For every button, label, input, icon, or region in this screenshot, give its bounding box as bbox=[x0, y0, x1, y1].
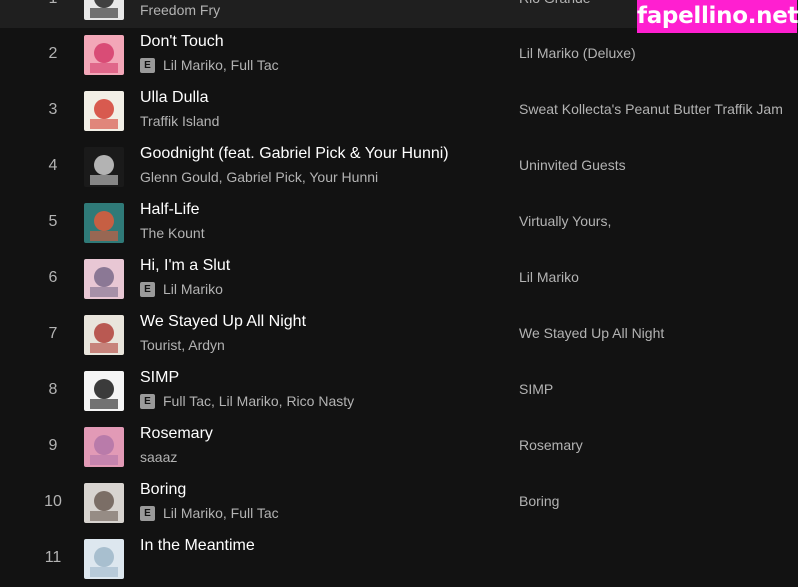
watermark: fapellino.net bbox=[637, 0, 798, 33]
track-title[interactable]: We Stayed Up All Night bbox=[140, 313, 306, 331]
track-title[interactable]: SIMP bbox=[140, 369, 179, 387]
track-row[interactable]: 2 Don't Touch E Lil Mariko, Full Tac Lil Mar… bbox=[0, 27, 798, 83]
track-subtitle: Freedom Fry bbox=[140, 2, 220, 18]
album-cover bbox=[84, 483, 124, 523]
track-album[interactable]: Rosemary bbox=[519, 437, 583, 453]
track-subtitle: E Full Tac, Lil Mariko, Rico Nasty bbox=[140, 393, 354, 409]
track-number: 5 bbox=[48, 213, 58, 230]
track-number: 3 bbox=[48, 101, 58, 118]
track-album[interactable]: Lil Mariko (Deluxe) bbox=[519, 45, 636, 61]
track-title[interactable]: Hi, I'm a Slut bbox=[140, 257, 230, 275]
track-row[interactable]: 9 Rosemary saaaz Rosemary bbox=[0, 419, 798, 475]
track-artists[interactable]: Lil Mariko, Full Tac bbox=[163, 505, 279, 521]
track-artists[interactable]: Tourist, Ardyn bbox=[140, 337, 225, 353]
track-row[interactable]: 5 Half-Life The Kount Virtually Yours, bbox=[0, 195, 798, 251]
track-row[interactable]: 10 Boring E Lil Mariko, Full Tac Boring bbox=[0, 475, 798, 531]
track-subtitle: Glenn Gould, Gabriel Pick, Your Hunni bbox=[140, 169, 378, 185]
track-subtitle: E Lil Mariko, Full Tac bbox=[140, 57, 279, 73]
track-album[interactable]: Rio Grande bbox=[519, 0, 591, 6]
track-number: 8 bbox=[48, 381, 58, 398]
explicit-badge: E bbox=[140, 281, 155, 297]
album-cover bbox=[84, 0, 124, 20]
track-artists[interactable]: saaaz bbox=[140, 449, 177, 465]
track-row[interactable]: 7 We Stayed Up All Night Tourist, Ardyn We … bbox=[0, 307, 798, 363]
track-subtitle: E Lil Mariko bbox=[140, 281, 223, 297]
track-artists[interactable]: Lil Mariko, Full Tac bbox=[163, 57, 279, 73]
explicit-badge: E bbox=[140, 57, 155, 73]
track-title[interactable]: Ulla Dulla bbox=[140, 89, 208, 107]
album-cover bbox=[84, 371, 124, 411]
track-row[interactable]: 6 Hi, I'm a Slut E Lil Mariko Lil Mariko bbox=[0, 251, 798, 307]
track-album[interactable]: SIMP bbox=[519, 381, 553, 397]
track-album[interactable]: Boring bbox=[519, 493, 559, 509]
track-title[interactable]: Don't Touch bbox=[140, 33, 224, 51]
album-cover bbox=[84, 427, 124, 467]
track-artists[interactable]: Freedom Fry bbox=[140, 2, 220, 18]
track-album[interactable]: Lil Mariko bbox=[519, 269, 579, 285]
track-subtitle: Traffik Island bbox=[140, 113, 219, 129]
track-artists[interactable]: Full Tac, Lil Mariko, Rico Nasty bbox=[163, 393, 354, 409]
album-cover bbox=[84, 539, 124, 579]
track-album[interactable]: Virtually Yours, bbox=[519, 213, 611, 229]
track-title[interactable]: In the Meantime bbox=[140, 537, 255, 555]
track-album[interactable]: Sweat Kollecta's Peanut Butter Traffik J… bbox=[519, 101, 783, 117]
track-number: 7 bbox=[48, 325, 58, 342]
track-artists[interactable]: Lil Mariko bbox=[163, 281, 223, 297]
track-number: 10 bbox=[44, 493, 62, 510]
album-cover bbox=[84, 147, 124, 187]
track-row[interactable]: 3 Ulla Dulla Traffik Island Sweat Kollecta'… bbox=[0, 83, 798, 139]
track-artists[interactable]: Glenn Gould, Gabriel Pick, Your Hunni bbox=[140, 169, 378, 185]
track-subtitle: The Kount bbox=[140, 225, 205, 241]
track-number: 2 bbox=[48, 45, 58, 62]
album-cover bbox=[84, 315, 124, 355]
track-title[interactable]: Boring bbox=[140, 481, 186, 499]
track-title[interactable]: Rosemary bbox=[140, 425, 213, 443]
album-cover bbox=[84, 259, 124, 299]
track-number: 4 bbox=[48, 157, 58, 174]
track-row[interactable]: 11 In the Meantime bbox=[0, 531, 798, 587]
track-subtitle: Tourist, Ardyn bbox=[140, 337, 225, 353]
track-title[interactable]: Half-Life bbox=[140, 201, 200, 219]
track-number: 11 bbox=[44, 549, 62, 566]
explicit-badge: E bbox=[140, 393, 155, 409]
track-number: 1 bbox=[40, 0, 66, 8]
track-artists[interactable]: The Kount bbox=[140, 225, 205, 241]
track-row[interactable]: 4 Goodnight (feat. Gabriel Pick & Your Hu… bbox=[0, 139, 798, 195]
track-album[interactable]: We Stayed Up All Night bbox=[519, 325, 664, 341]
album-cover bbox=[84, 35, 124, 75]
album-cover bbox=[84, 91, 124, 131]
tracklist: 1 Freedom Fry Rio Grande 2 Don't Touch E Lil M… bbox=[0, 0, 798, 579]
track-subtitle: E Lil Mariko, Full Tac bbox=[140, 505, 279, 521]
track-subtitle: saaaz bbox=[140, 449, 177, 465]
track-number: 6 bbox=[48, 269, 58, 286]
track-artists[interactable]: Traffik Island bbox=[140, 113, 219, 129]
track-number: 9 bbox=[48, 437, 58, 454]
track-album[interactable]: Uninvited Guests bbox=[519, 157, 626, 173]
track-title[interactable]: Goodnight (feat. Gabriel Pick & Your Hun… bbox=[140, 145, 449, 163]
album-cover bbox=[84, 203, 124, 243]
explicit-badge: E bbox=[140, 505, 155, 521]
track-row[interactable]: 8 SIMP E Full Tac, Lil Mariko, Rico Nasty SI… bbox=[0, 363, 798, 419]
